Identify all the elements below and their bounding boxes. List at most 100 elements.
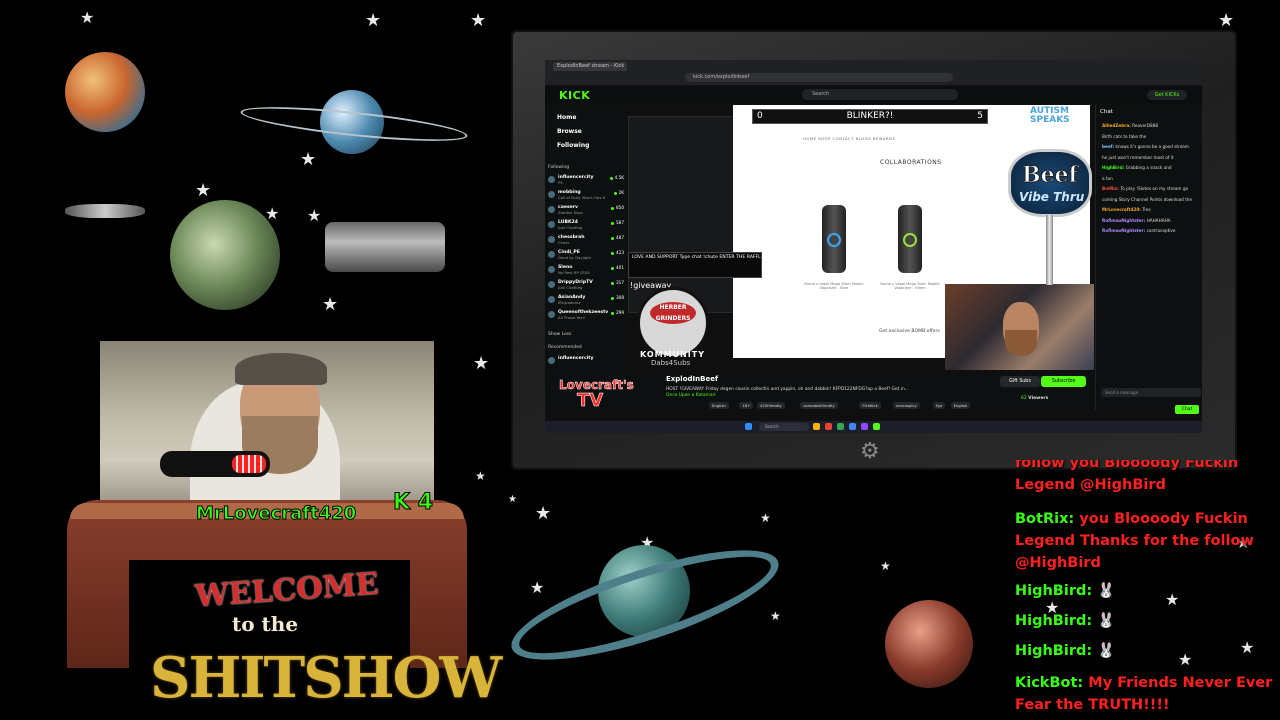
following-item[interactable]: influencercity PS 4.5K [548, 175, 624, 186]
nav-home[interactable]: Home [557, 114, 576, 121]
site-nav[interactable]: HOME SHOP CONTACT BLOGS REWARDS [803, 136, 895, 141]
get-kicks-button[interactable]: Get KICKs [1147, 90, 1187, 100]
chat-message: RoflmaoNightster: contraceptive [1102, 228, 1200, 233]
following-item[interactable]: caeserv Zombie Days 850 [548, 205, 624, 216]
stream-title: HOST !GIVEAWAY Friday degen cousin colle… [666, 387, 909, 392]
chat-username[interactable]: HighBird: [1102, 165, 1124, 170]
following-item[interactable]: mobbing Call of Duty: Black Ops 6 2K [548, 190, 624, 201]
browser-toolbar: ExplodInBeef stream - Kick kick.com/expl… [545, 60, 1202, 85]
app-icon[interactable] [837, 423, 844, 430]
chat-message: RoflmaoNightster: HAHAHAHA [1102, 218, 1200, 223]
product-name[interactable]: Bomb x Vapel Mega Stem Mobile Vaporizer … [804, 282, 864, 290]
url-bar[interactable]: kick.com/explodinbeef [685, 73, 953, 82]
chat-username[interactable]: BotRix: [1102, 186, 1119, 191]
chat-username[interactable]: RoflmaoNightster: [1102, 228, 1145, 233]
following-item[interactable]: Cindi_PE Dead by Daylight 423 [548, 250, 624, 261]
chat-username[interactable]: beef: [1102, 144, 1114, 149]
star-icon: ★ [1218, 10, 1235, 31]
star-icon: ★ [307, 206, 322, 225]
vaporizer-green[interactable] [898, 205, 922, 273]
product-name[interactable]: Bomb x Vapel Mega Stem Mobile Vaporizer … [880, 282, 940, 290]
overlay-chat-username: HighBird: [1015, 613, 1093, 629]
avatar [548, 206, 555, 213]
overlay-chat-message: BotRix: you Bloooody Fuckin Legend Thank… [1015, 508, 1275, 574]
chat-input[interactable]: Send a message [1101, 388, 1201, 397]
gear-icon: ⚙ [860, 439, 880, 464]
chat-username[interactable]: AlliedZebra: [1102, 123, 1131, 128]
overlay-chat-text: 🐰 [1097, 583, 1116, 599]
following-item[interactable]: DrippyDripTV Just Chatting 317 [548, 280, 624, 291]
following-item[interactable]: Queenofthekzeestv All Those Yes!! 299 [548, 310, 624, 321]
browser-tab[interactable]: ExplodInBeef stream - Kick [553, 62, 627, 71]
blinker-banner: 0 BLINKER?! 5 [752, 109, 988, 124]
following-item[interactable]: AsianAndy IRL/podcast 308 [548, 295, 624, 306]
recommended-item[interactable]: influencercity [548, 356, 624, 367]
chat-message: beef: knows it's gonna be a good stream [1102, 144, 1200, 149]
windows-start-icon[interactable] [745, 423, 752, 430]
subscribe-button[interactable]: Subscribe [1041, 376, 1086, 387]
nav-browse[interactable]: Browse [557, 128, 582, 135]
app-icon[interactable] [825, 423, 832, 430]
streamer-username: MrLovecraft420 [195, 503, 357, 525]
kick-icon[interactable] [873, 423, 880, 430]
chat-text: HAHAHAHA [1146, 217, 1171, 223]
to-the-text: to the [232, 612, 299, 636]
stream-tag[interactable]: cannabisfriendly [800, 402, 838, 409]
stream-tag[interactable]: 420friendly [757, 402, 785, 409]
avatar [548, 357, 555, 364]
kick-search-input[interactable]: Search [802, 89, 958, 100]
show-less-link[interactable]: Show Less [548, 332, 571, 337]
streamer-name[interactable]: ExplodInBeef [666, 375, 718, 383]
sign-pole [1046, 215, 1053, 285]
chat-username[interactable]: MrLovecraft420: [1102, 207, 1141, 212]
announcement-popup: LOVE AND SUPPORT Type chat !chute ENTER … [628, 252, 762, 278]
avatar [548, 281, 555, 288]
avatar [548, 191, 555, 198]
overlay-chat-text: 🐰 [1097, 643, 1116, 659]
star-icon: ★ [880, 559, 891, 573]
chat-message: MrLovecraft420: Tres [1102, 207, 1200, 212]
overlay-chat-username: HighBird: [1015, 583, 1093, 599]
gift-subs-button[interactable]: Gift Subs [1000, 376, 1040, 387]
chat-username[interactable]: RoflmaoNightster: [1102, 218, 1145, 223]
overlay-chat-text: follow you Bloooody Fuckin Legend @HighB… [1015, 455, 1239, 493]
stream-tag[interactable]: neurospicy [893, 402, 920, 409]
overlay-chat-text: 🐰 [1097, 613, 1116, 629]
avatar [548, 251, 555, 258]
following-item[interactable]: Sleno No Rest RP GTA5 401 [548, 265, 624, 276]
star-icon: ★ [80, 8, 95, 27]
folder-icon[interactable] [813, 423, 820, 430]
star-icon: ★ [322, 294, 339, 315]
following-item[interactable]: chessbrah Chess 487 [548, 235, 624, 246]
chat-title: Chat [1100, 109, 1113, 115]
app-icon[interactable] [861, 423, 868, 430]
chat-message: coming Story Channel Points download the [1102, 197, 1200, 202]
nav-following[interactable]: Following [557, 142, 589, 149]
following-item[interactable]: LUBK24 Just Chatting 587 [548, 220, 624, 231]
overlay-chat-username: HighBird: [1015, 643, 1093, 659]
chat-text: Birth cats to take the [1102, 133, 1147, 139]
vaporizer-blue[interactable] [822, 205, 846, 273]
stream-tag[interactable]: 18+ [739, 402, 754, 409]
star-icon: ★ [770, 609, 781, 623]
chat-message: BotRix: To play !Slotex on my stream go [1102, 186, 1200, 191]
chat-message: he just won't remember most of it [1102, 155, 1200, 160]
star-icon: ★ [508, 494, 517, 505]
chat-text: contraceptive [1146, 228, 1176, 233]
chat-send-button[interactable]: Chat [1175, 405, 1199, 414]
dabs4subs-label: Dabs4Subs [651, 359, 691, 367]
taskbar-search[interactable]: Search [759, 423, 809, 431]
lovecraft-tv-logo: Lovecraft's TV [559, 378, 634, 412]
stream-category[interactable]: Once Upon a Katamari [666, 393, 716, 398]
chat-message: AlliedZebra: ReaverD888 [1102, 123, 1200, 128]
stream-tag[interactable]: English [709, 402, 729, 409]
avatar [548, 236, 555, 243]
star-icon: ★ [535, 503, 552, 524]
stream-tag[interactable]: PickKick [859, 402, 881, 409]
kick-logo[interactable]: KICK [559, 89, 590, 102]
stream-tag[interactable]: English [950, 402, 971, 409]
stream-tag[interactable]: fyp [933, 402, 945, 409]
star-icon: ★ [470, 10, 487, 31]
browser-icon[interactable] [849, 423, 856, 430]
star-icon: ★ [365, 10, 382, 31]
